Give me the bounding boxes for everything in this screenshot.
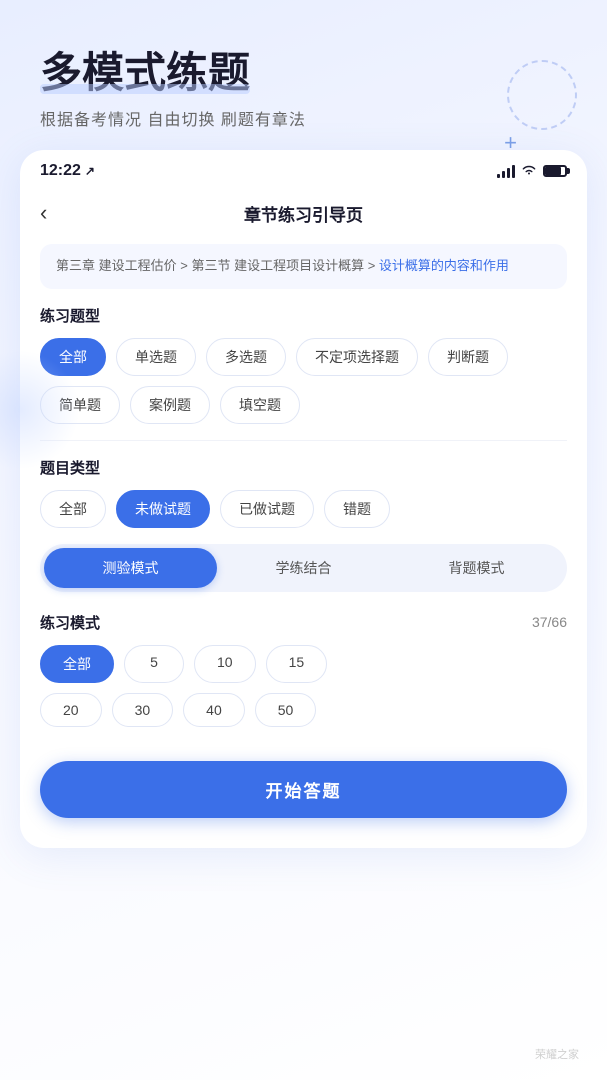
question-category-title: 题目类型 (40, 457, 567, 478)
start-button[interactable]: 开始答题 (40, 761, 567, 818)
number-tag-30[interactable]: 30 (112, 693, 174, 727)
start-section: 开始答题 (20, 737, 587, 818)
practice-mode-section: 练习模式 37/66 全部 5 10 15 20 30 40 50 (20, 612, 587, 727)
question-category-tags: 全部 未做试题 已做试题 错题 (40, 490, 567, 528)
number-tag-20[interactable]: 20 (40, 693, 102, 727)
question-type-section: 练习题型 全部 单选题 多选题 不定项选择题 判断题 简单题 案例题 填空题 (20, 305, 587, 424)
tab-test-mode[interactable]: 测验模式 (44, 548, 217, 588)
tag-uncertain[interactable]: 不定项选择题 (296, 338, 418, 376)
tag-done[interactable]: 已做试题 (220, 490, 314, 528)
bg-plus-decoration: + (504, 130, 517, 156)
tab-back-mode[interactable]: 背题模式 (390, 548, 563, 588)
number-tag-40[interactable]: 40 (183, 693, 245, 727)
number-tag-5[interactable]: 5 (124, 645, 184, 683)
phone-card: 12:22 ↗ ‹ 章节练习引导页 (20, 150, 587, 848)
nav-bar: ‹ 章节练习引导页 (20, 188, 587, 244)
question-type-title: 练习题型 (40, 305, 567, 326)
tag-fill[interactable]: 填空题 (220, 386, 300, 424)
back-button[interactable]: ‹ (40, 196, 55, 230)
number-tag-10[interactable]: 10 (194, 645, 256, 683)
location-icon: ↗ (85, 164, 95, 178)
question-category-section: 题目类型 全部 未做试题 已做试题 错题 (20, 457, 587, 528)
number-tag-50[interactable]: 50 (255, 693, 317, 727)
number-tag-15[interactable]: 15 (266, 645, 328, 683)
mode-tabs: 测验模式 学练结合 背题模式 (40, 544, 567, 592)
divider-1 (40, 440, 567, 441)
app-title: 多模式练题 (40, 50, 250, 96)
watermark: 荣耀之家 (535, 1046, 579, 1062)
tag-single[interactable]: 单选题 (116, 338, 196, 376)
practice-header: 练习模式 37/66 (40, 612, 567, 633)
title-underline (40, 84, 250, 94)
practice-count: 37/66 (532, 614, 567, 630)
tag-case[interactable]: 案例题 (130, 386, 210, 424)
status-bar: 12:22 ↗ (20, 150, 587, 188)
nav-title: 章节练习引导页 (244, 201, 363, 226)
wifi-icon (521, 163, 537, 179)
signal-icon (497, 164, 515, 178)
status-time: 12:22 ↗ (40, 162, 95, 180)
tag-not-done[interactable]: 未做试题 (116, 490, 210, 528)
tag-judge[interactable]: 判断题 (428, 338, 508, 376)
tag-all-category[interactable]: 全部 (40, 490, 106, 528)
number-tag-all[interactable]: 全部 (40, 645, 114, 683)
question-type-tags: 全部 单选题 多选题 不定项选择题 判断题 简单题 案例题 填空题 (40, 338, 567, 424)
app-subtitle: 根据备考情况 自由切换 刷题有章法 (40, 106, 567, 130)
breadcrumb: 第三章 建设工程估价 > 第三节 建设工程项目设计概算 > 设计概算的内容和作用 (40, 244, 567, 289)
battery-icon (543, 165, 567, 177)
tag-wrong[interactable]: 错题 (324, 490, 390, 528)
tab-study-mode[interactable]: 学练结合 (217, 548, 390, 588)
practice-number-group-1: 全部 5 10 15 (40, 645, 567, 683)
tag-multi[interactable]: 多选题 (206, 338, 286, 376)
status-icons (497, 163, 567, 179)
practice-number-group-2: 20 30 40 50 (40, 693, 567, 727)
practice-mode-title: 练习模式 (40, 612, 100, 633)
bg-circle-decoration (507, 60, 577, 130)
